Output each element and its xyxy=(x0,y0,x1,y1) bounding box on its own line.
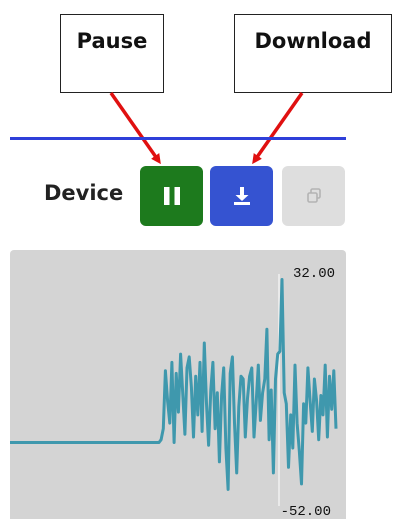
y-axis-max-label: 32.00 xyxy=(293,266,335,282)
download-callout-label: Download xyxy=(254,29,372,53)
download-arrow xyxy=(252,91,304,165)
pause-callout: Pause xyxy=(60,14,164,93)
toolbar-divider xyxy=(10,137,346,140)
pause-arrow xyxy=(109,91,161,165)
signal-plot: 32.00 -52.00 xyxy=(10,266,338,519)
download-callout: Download xyxy=(234,14,392,93)
pause-icon xyxy=(163,187,180,205)
device-label: Device xyxy=(44,181,124,205)
download-icon xyxy=(233,187,250,205)
y-axis-min-label: -52.00 xyxy=(281,504,331,519)
pause-button[interactable] xyxy=(140,166,203,226)
download-button[interactable] xyxy=(210,166,273,226)
copy-icon xyxy=(306,188,321,203)
signal-series-line xyxy=(10,278,338,491)
signal-chart: 32.00 -52.00 xyxy=(10,250,346,519)
pause-callout-label: Pause xyxy=(76,29,148,53)
copy-button[interactable] xyxy=(282,166,345,226)
